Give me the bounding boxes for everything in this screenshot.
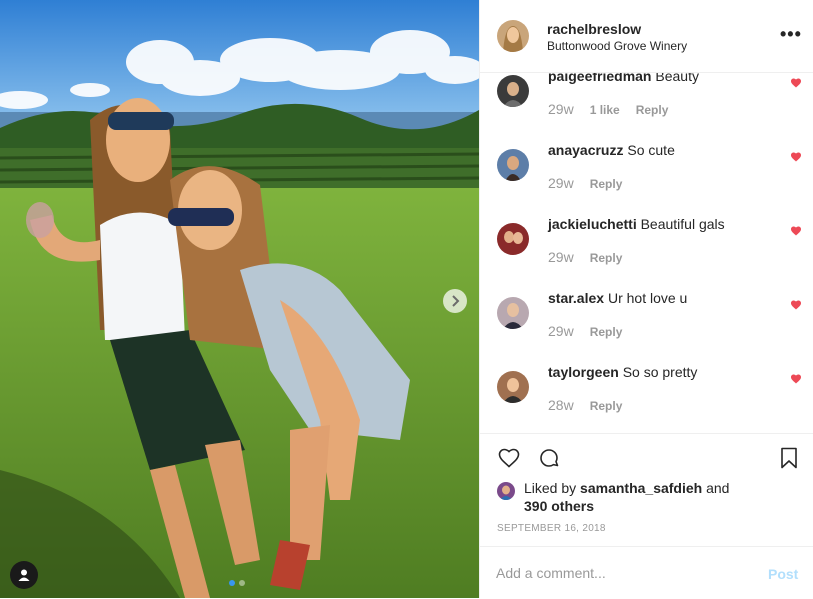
- post-location[interactable]: Buttonwood Grove Winery: [547, 39, 687, 53]
- comment-body: Ur hot love u: [607, 290, 688, 306]
- heart-filled-icon[interactable]: [790, 77, 802, 89]
- carousel-dot-active: [229, 580, 235, 586]
- comment-meta: 29w 1 like Reply: [548, 101, 668, 117]
- comment-item: anayacruzz So cute 29w Reply: [480, 142, 813, 217]
- comment-meta: 29w Reply: [548, 249, 622, 265]
- reply-button[interactable]: Reply: [590, 177, 623, 191]
- comment-item: jackieluchetti Beautiful gals 29w Reply: [480, 216, 813, 291]
- author-avatar-image: [497, 20, 529, 52]
- liked-by-prefix: Liked by: [524, 480, 577, 496]
- author-avatar[interactable]: [497, 20, 529, 52]
- post-photo[interactable]: [0, 0, 479, 598]
- post-header: rachelbreslow Buttonwood Grove Winery ••…: [480, 0, 813, 73]
- comment-body: So cute: [627, 142, 675, 158]
- commenter-avatar-image: [497, 297, 529, 329]
- post-details-panel: rachelbreslow Buttonwood Grove Winery ••…: [479, 0, 813, 598]
- commenter-username[interactable]: paigeefriedman: [548, 73, 651, 84]
- heart-outline-icon[interactable]: [497, 446, 521, 470]
- commenter-avatar-image: [497, 149, 529, 181]
- liker-avatar-image: [497, 482, 515, 500]
- comment-age[interactable]: 29w: [548, 249, 574, 265]
- heart-filled-icon[interactable]: [790, 373, 802, 385]
- carousel-dot: [239, 580, 245, 586]
- chevron-right-icon: [452, 295, 460, 307]
- likes-line: Liked by samantha_safdieh and: [524, 479, 729, 497]
- user-tag-icon: [18, 569, 30, 581]
- carousel-indicator: [229, 580, 245, 586]
- bookmark-icon[interactable]: [777, 446, 801, 470]
- commenter-avatar[interactable]: [497, 371, 529, 403]
- commenter-username[interactable]: anayacruzz: [548, 142, 623, 158]
- comment-age[interactable]: 29w: [548, 175, 574, 191]
- commenter-avatar[interactable]: [497, 297, 529, 329]
- commenter-username[interactable]: jackieluchetti: [548, 216, 637, 232]
- commenter-avatar[interactable]: [497, 75, 529, 107]
- next-photo-button[interactable]: [443, 289, 467, 313]
- heart-filled-icon[interactable]: [790, 299, 802, 311]
- comment-bubble-icon[interactable]: [537, 446, 561, 470]
- user-tag-button[interactable]: [10, 561, 38, 589]
- comment-item: taylorgeen So so pretty 28w Reply: [480, 364, 813, 433]
- comment-text: paigeefriedman Beauty: [548, 73, 699, 84]
- comment-age[interactable]: 29w: [548, 323, 574, 339]
- add-comment-input[interactable]: [496, 565, 746, 581]
- comment-age[interactable]: 28w: [548, 397, 574, 413]
- reply-button[interactable]: Reply: [636, 103, 669, 117]
- comment-like-count[interactable]: 1 like: [590, 103, 620, 117]
- liker-username[interactable]: samantha_safdieh: [580, 480, 702, 496]
- reply-button[interactable]: Reply: [590, 325, 623, 339]
- reply-button[interactable]: Reply: [590, 399, 623, 413]
- heart-filled-icon[interactable]: [790, 225, 802, 237]
- post-date[interactable]: SEPTEMBER 16, 2018: [497, 523, 606, 534]
- commenter-username[interactable]: star.alex: [548, 290, 604, 306]
- comment-meta: 28w Reply: [548, 397, 622, 413]
- comment-item: paigeefriedman Beauty 29w 1 like Reply: [480, 73, 813, 143]
- comment-body: Beautiful gals: [640, 216, 725, 232]
- reply-button[interactable]: Reply: [590, 251, 623, 265]
- liked-by-others[interactable]: 390 others: [524, 497, 594, 515]
- add-comment-section: Post: [480, 546, 813, 599]
- more-options-button[interactable]: •••: [780, 24, 802, 45]
- commenter-avatar-image: [497, 75, 529, 107]
- post-actions-bar: [480, 433, 813, 474]
- comment-body: So so pretty: [622, 364, 698, 380]
- comment-meta: 29w Reply: [548, 175, 622, 191]
- liked-by-and: and: [706, 480, 730, 496]
- comment-text: taylorgeen So so pretty: [548, 364, 697, 380]
- comment-age[interactable]: 29w: [548, 101, 574, 117]
- heart-filled-icon[interactable]: [790, 151, 802, 163]
- commenter-avatar-image: [497, 371, 529, 403]
- comments-list[interactable]: paigeefriedman Beauty 29w 1 like Reply a…: [480, 73, 813, 433]
- comment-item: star.alex Ur hot love u 29w Reply: [480, 290, 813, 365]
- commenter-avatar[interactable]: [497, 149, 529, 181]
- comment-body: Beauty: [655, 73, 699, 84]
- liker-avatar[interactable]: [497, 482, 515, 500]
- comment-text: star.alex Ur hot love u: [548, 290, 687, 306]
- post-comment-button[interactable]: Post: [768, 566, 798, 582]
- author-username[interactable]: rachelbreslow: [547, 21, 641, 37]
- comment-text: anayacruzz So cute: [548, 142, 675, 158]
- comment-meta: 29w Reply: [548, 323, 622, 339]
- photo-illustration: [0, 0, 479, 598]
- commenter-avatar-image: [497, 223, 529, 255]
- comment-text: jackieluchetti Beautiful gals: [548, 216, 725, 232]
- commenter-avatar[interactable]: [497, 223, 529, 255]
- commenter-username[interactable]: taylorgeen: [548, 364, 619, 380]
